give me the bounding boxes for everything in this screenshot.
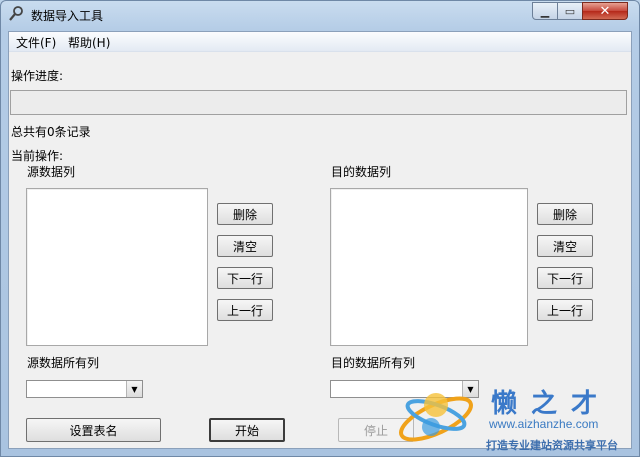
current-operation-label: 当前操作: (11, 149, 64, 163)
menu-help[interactable]: 帮助(H) (68, 34, 110, 51)
source-clear-button[interactable]: 清空 (217, 235, 273, 257)
total-records-text: 总共有0条记录 (11, 125, 91, 139)
target-move-down-button[interactable]: 下一行 (537, 267, 593, 289)
watermark-brand: 懒之才 (491, 389, 612, 419)
source-list-label: 源数据列 (27, 165, 76, 179)
source-move-up-button[interactable]: 上一行 (217, 299, 273, 321)
maximize-button[interactable]: ▭ (557, 2, 583, 20)
tool-icon (9, 6, 23, 21)
app-window: 数据导入工具 ▁ ▭ ✕ 文件(F) 帮助(H) 操作进度: 总共有0条记录 当… (0, 0, 640, 457)
title-bar[interactable]: 数据导入工具 ▁ ▭ ✕ (1, 1, 639, 29)
watermark-tagline: 打造专业建站资源共享平台 (486, 439, 618, 452)
watermark-logo-icon (399, 393, 473, 442)
target-move-up-button[interactable]: 上一行 (537, 299, 593, 321)
menu-bar: 文件(F) 帮助(H) (9, 32, 631, 52)
progress-bar (10, 90, 627, 115)
source-columns-list[interactable] (26, 188, 208, 346)
source-all-columns-label: 源数据所有列 (27, 356, 100, 370)
source-delete-button[interactable]: 删除 (217, 203, 273, 225)
target-all-columns-label: 目的数据所有列 (331, 356, 416, 370)
chevron-down-icon[interactable]: ▼ (126, 381, 142, 397)
menu-file[interactable]: 文件(F) (16, 34, 56, 51)
set-table-name-button[interactable]: 设置表名 (26, 418, 161, 442)
start-button[interactable]: 开始 (209, 418, 285, 442)
source-move-down-button[interactable]: 下一行 (217, 267, 273, 289)
close-icon: ✕ (599, 3, 611, 19)
close-button[interactable]: ✕ (582, 2, 628, 20)
target-clear-button[interactable]: 清空 (537, 235, 593, 257)
target-delete-button[interactable]: 删除 (537, 203, 593, 225)
minimize-icon: ▁ (540, 4, 550, 18)
target-columns-list[interactable] (330, 188, 528, 346)
watermark-url: www.aizhanzhe.com (489, 417, 599, 431)
window-title: 数据导入工具 (31, 9, 104, 23)
source-columns-dropdown[interactable]: ▼ (26, 380, 143, 398)
maximize-icon: ▭ (564, 4, 576, 18)
target-list-label: 目的数据列 (331, 165, 392, 179)
progress-label: 操作进度: (11, 69, 64, 83)
minimize-button[interactable]: ▁ (532, 2, 558, 20)
watermark: 懒之才 www.aizhanzhe.com 打造专业建站资源共享平台 (391, 375, 636, 455)
